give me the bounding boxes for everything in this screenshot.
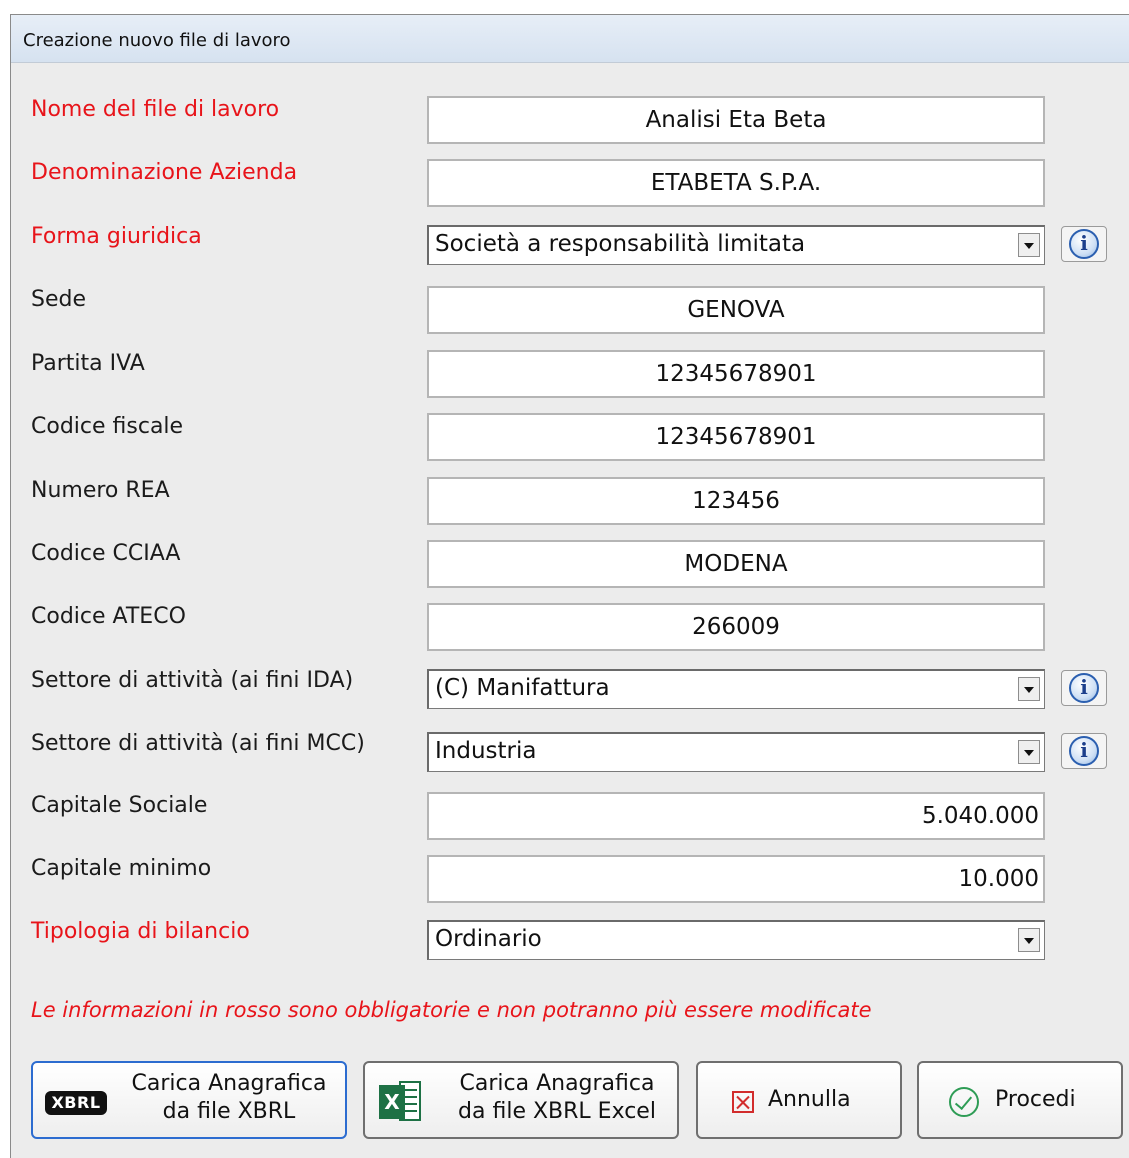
- label-forma-giuridica: Forma giuridica: [31, 224, 202, 249]
- capitale-minimo-input[interactable]: 10.000: [427, 855, 1045, 903]
- label-partita-iva: Partita IVA: [31, 351, 145, 376]
- info-icon: i: [1069, 673, 1099, 703]
- codice-fiscale-input[interactable]: 12345678901: [427, 413, 1045, 461]
- load-xbrl-label-1: Carica Anagrafica: [131, 1071, 327, 1096]
- info-button-forma-giuridica[interactable]: i: [1061, 226, 1107, 262]
- load-xbrl-excel-button[interactable]: X Carica Anagrafica da file XBRL Excel: [363, 1061, 679, 1139]
- label-denominazione: Denominazione Azienda: [31, 160, 298, 185]
- chevron-down-icon[interactable]: [1018, 233, 1040, 257]
- label-codice-fiscale: Codice fiscale: [31, 414, 184, 439]
- excel-icon: X: [379, 1081, 423, 1123]
- forma-giuridica-select[interactable]: Società a responsabilità limitata: [427, 225, 1045, 265]
- chevron-down-icon[interactable]: [1018, 740, 1040, 764]
- sede-input[interactable]: GENOVA: [427, 286, 1045, 334]
- codice-cciaa-input[interactable]: MODENA: [427, 540, 1045, 588]
- dialog-window: Creazione nuovo file di lavoro Nome del …: [10, 14, 1129, 1158]
- nome-file-input[interactable]: Analisi Eta Beta: [427, 96, 1045, 144]
- procedi-button[interactable]: Procedi: [917, 1061, 1123, 1139]
- label-nome-file: Nome del file di lavoro: [31, 97, 280, 122]
- title-bar: Creazione nuovo file di lavoro: [11, 15, 1129, 63]
- label-tipologia-bilancio: Tipologia di bilancio: [31, 919, 250, 944]
- load-xbrl-excel-label-1: Carica Anagrafica: [459, 1071, 655, 1096]
- label-capitale-sociale: Capitale Sociale: [31, 793, 208, 818]
- check-circle-icon: [949, 1087, 979, 1117]
- label-capitale-minimo: Capitale minimo: [31, 856, 212, 881]
- annulla-label: Annulla: [768, 1087, 851, 1112]
- chevron-down-icon[interactable]: [1018, 928, 1040, 952]
- label-settore-ida: Settore di attività (ai fini IDA): [31, 668, 354, 693]
- info-button-settore-mcc[interactable]: i: [1061, 733, 1107, 769]
- settore-mcc-value: Industria: [435, 738, 537, 764]
- settore-ida-select[interactable]: (C) Manifattura: [427, 669, 1045, 709]
- partita-iva-input[interactable]: 12345678901: [427, 350, 1045, 398]
- tipologia-bilancio-value: Ordinario: [435, 926, 542, 952]
- label-sede: Sede: [31, 287, 86, 312]
- label-numero-rea: Numero REA: [31, 478, 170, 503]
- label-settore-mcc: Settore di attività (ai fini MCC): [31, 731, 365, 756]
- label-codice-ateco: Codice ATECO: [31, 604, 186, 629]
- required-fields-note: Le informazioni in rosso sono obbligator…: [31, 998, 872, 1022]
- label-codice-cciaa: Codice CCIAA: [31, 541, 181, 566]
- close-icon: [732, 1091, 754, 1113]
- chevron-down-icon[interactable]: [1018, 677, 1040, 701]
- info-icon: i: [1069, 229, 1099, 259]
- forma-giuridica-value: Società a responsabilità limitata: [435, 231, 806, 257]
- numero-rea-input[interactable]: 123456: [427, 477, 1045, 525]
- info-icon: i: [1069, 736, 1099, 766]
- load-xbrl-excel-label-2: da file XBRL Excel: [458, 1099, 656, 1124]
- info-button-settore-ida[interactable]: i: [1061, 670, 1107, 706]
- xbrl-icon: XBRL: [45, 1091, 107, 1115]
- codice-ateco-input[interactable]: 266009: [427, 603, 1045, 651]
- window-title: Creazione nuovo file di lavoro: [23, 30, 291, 51]
- annulla-button[interactable]: Annulla: [696, 1061, 902, 1139]
- load-xbrl-label-2: da file XBRL: [162, 1099, 296, 1124]
- settore-mcc-select[interactable]: Industria: [427, 732, 1045, 772]
- capitale-sociale-input[interactable]: 5.040.000: [427, 792, 1045, 840]
- denominazione-input[interactable]: ETABETA S.P.A.: [427, 159, 1045, 207]
- tipologia-bilancio-select[interactable]: Ordinario: [427, 920, 1045, 960]
- settore-ida-value: (C) Manifattura: [435, 675, 610, 701]
- procedi-label: Procedi: [995, 1087, 1076, 1112]
- load-xbrl-button[interactable]: XBRL Carica Anagrafica da file XBRL: [31, 1061, 347, 1139]
